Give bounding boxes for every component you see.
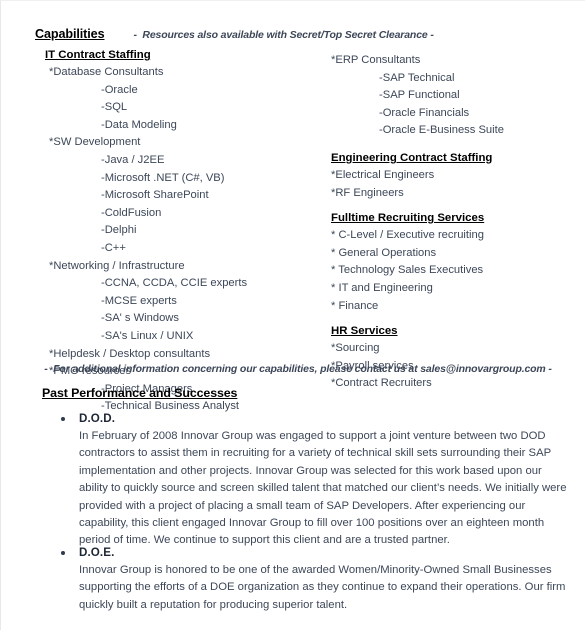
capabilities-left-column: IT Contract Staffing *Database Consultant… bbox=[45, 46, 335, 416]
capability-group-heading: Engineering Contract Staffing bbox=[331, 151, 493, 164]
capability-group-heading: Fulltime Recruiting Services bbox=[331, 212, 485, 225]
bullet-icon bbox=[61, 551, 65, 555]
contact-note: - For additional information concerning … bbox=[44, 363, 552, 375]
capability-item: -SAP Technical bbox=[379, 71, 455, 84]
capability-item: *SW Development bbox=[49, 136, 141, 149]
past-performance-entry: D.O.D. In February of 2008 Innovar Group… bbox=[61, 410, 571, 550]
entry-text: In February of 2008 Innovar Group was en… bbox=[79, 430, 567, 547]
capability-item: -ColdFusion bbox=[101, 206, 162, 219]
capability-item: * General Operations bbox=[331, 246, 437, 259]
capabilities-title: Capabilities bbox=[35, 27, 105, 41]
capability-item: -Oracle E-Business Suite bbox=[379, 124, 504, 137]
document-page: Capabilities - Resources also available … bbox=[0, 0, 585, 630]
capability-item: *Helpdesk / Desktop consultants bbox=[49, 347, 211, 360]
capability-item: -Java / J2EE bbox=[101, 153, 165, 166]
capability-item: -MCSE experts bbox=[101, 294, 177, 307]
capability-item: * Finance bbox=[331, 299, 379, 312]
entry-title: D.O.E. bbox=[79, 546, 115, 559]
capability-item: -SQL bbox=[101, 101, 128, 114]
capability-item: -SA's Linux / UNIX bbox=[101, 329, 194, 342]
capability-item: -SAP Functional bbox=[379, 89, 460, 102]
capability-item: -SA' s Windows bbox=[101, 312, 179, 325]
entry-text: Innovar Group is honored to be one of th… bbox=[79, 564, 566, 611]
capability-item: *ERP Consultants bbox=[331, 54, 421, 66]
capability-item: * IT and Engineering bbox=[331, 281, 433, 294]
capability-item: -C++ bbox=[101, 241, 126, 254]
capability-item: -Oracle bbox=[101, 83, 138, 96]
capability-item: *Sourcing bbox=[331, 342, 380, 355]
clearance-note: - Resources also available with Secret/T… bbox=[133, 29, 434, 41]
capability-item: *Database Consultants bbox=[49, 66, 164, 78]
capability-item: *Contract Recruiters bbox=[331, 377, 432, 390]
capability-item: *Electrical Engineers bbox=[331, 168, 435, 181]
capability-item: -Data Modeling bbox=[101, 118, 177, 131]
capabilities-header: Capabilities - Resources also available … bbox=[35, 27, 434, 41]
capability-item: * C-Level / Executive recruiting bbox=[331, 229, 484, 242]
bullet-icon bbox=[61, 417, 65, 421]
capability-item: *Networking / Infrastructure bbox=[49, 259, 185, 272]
capability-item: -Delphi bbox=[101, 224, 137, 237]
capability-group-heading: IT Contract Staffing bbox=[45, 49, 151, 61]
entry-title: D.O.D. bbox=[79, 412, 116, 425]
capability-item: -CCNA, CCDA, CCIE experts bbox=[101, 277, 248, 290]
past-performance-entry: D.O.E. Innovar Group is honored to be on… bbox=[61, 544, 571, 614]
capability-group-heading: HR Services bbox=[331, 325, 398, 338]
capability-item: -Microsoft SharePoint bbox=[101, 189, 209, 202]
capability-item: -Oracle Financials bbox=[379, 106, 470, 119]
capability-item: -Microsoft .NET (C#, VB) bbox=[101, 171, 225, 184]
capability-item: *RF Engineers bbox=[331, 186, 404, 199]
capabilities-right-column: *ERP Consultants -SAP Technical -SAP Funct… bbox=[331, 52, 581, 393]
capability-item: * Technology Sales Executives bbox=[331, 264, 484, 277]
past-performance-title: Past Performance and Successes bbox=[42, 386, 238, 400]
